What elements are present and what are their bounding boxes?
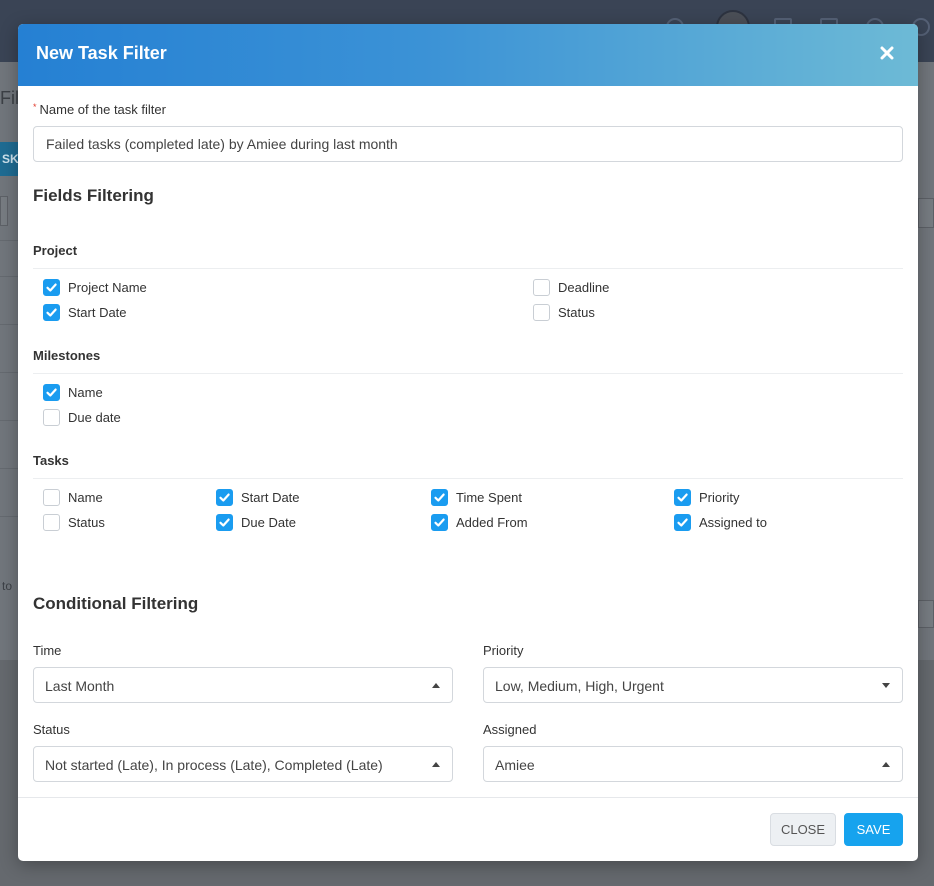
- caret-up-icon: [882, 762, 890, 767]
- time-select-value: Last Month: [45, 678, 115, 694]
- divider: [33, 478, 903, 479]
- new-task-filter-modal: New Task Filter * Name of the task filter…: [18, 24, 918, 861]
- checkbox-task-status[interactable]: Status: [43, 513, 105, 531]
- background-divider: [0, 372, 20, 373]
- priority-select-value: Low, Medium, High, Urgent: [495, 678, 664, 694]
- assigned-label: Assigned: [483, 722, 537, 737]
- conditional-filtering-title: Conditional Filtering: [33, 594, 199, 613]
- caret-up-icon: [432, 683, 440, 688]
- status-select-value: Not started (Late), In process (Late), C…: [45, 757, 383, 773]
- checkbox-label: Project Name: [68, 279, 147, 295]
- checkbox-checked-icon: [674, 488, 691, 506]
- save-button[interactable]: SAVE: [844, 813, 903, 846]
- divider: [33, 268, 903, 269]
- checkbox-checked-icon: [431, 513, 448, 531]
- checkbox-checked-icon: [216, 488, 233, 506]
- background-filter-box: [0, 196, 8, 226]
- checkbox-task-time-spent[interactable]: Time Spent: [431, 488, 522, 506]
- background-filter-box: [918, 198, 934, 228]
- status-label: Status: [33, 722, 70, 737]
- close-button[interactable]: CLOSE: [770, 813, 836, 846]
- checkbox-label: Status: [68, 514, 105, 530]
- priority-label: Priority: [483, 643, 524, 658]
- checkbox-label: Priority: [699, 489, 740, 505]
- filter-name-input[interactable]: [33, 126, 903, 162]
- background-divider: [0, 420, 20, 421]
- checkbox-label: Start Date: [241, 489, 300, 505]
- checkbox-label: Assigned to: [699, 514, 767, 530]
- checkbox-unchecked-icon: [43, 513, 60, 531]
- footer-divider: [18, 797, 918, 798]
- assigned-select[interactable]: Amiee: [483, 746, 903, 782]
- checkbox-task-priority[interactable]: Priority: [674, 488, 739, 506]
- checkbox-task-due-date[interactable]: Due Date: [216, 513, 296, 531]
- checkbox-project-name[interactable]: Project Name: [43, 278, 147, 296]
- checkbox-task-added-from[interactable]: Added From: [431, 513, 528, 531]
- background-divider: [0, 276, 20, 277]
- time-label: Time: [33, 643, 62, 658]
- fields-filtering-title: Fields Filtering: [33, 186, 154, 205]
- checkbox-checked-icon: [43, 303, 60, 321]
- checkbox-label: Due date: [68, 409, 121, 425]
- checkbox-task-name[interactable]: Name: [43, 488, 103, 506]
- checkbox-unchecked-icon: [533, 303, 550, 321]
- caret-up-icon: [432, 762, 440, 767]
- group-title-project: Project: [33, 243, 78, 258]
- background-divider: [0, 240, 20, 241]
- filter-name-label-text: Name of the task filter: [39, 102, 166, 117]
- checkbox-label: Status: [558, 304, 595, 320]
- background-text: to: [2, 579, 13, 593]
- checkbox-unchecked-icon: [43, 408, 60, 426]
- modal-title: New Task Filter: [36, 43, 167, 63]
- checkbox-label: Deadline: [558, 279, 610, 295]
- time-select[interactable]: Last Month: [33, 667, 453, 703]
- filter-name-label: * Name of the task filter: [33, 102, 166, 117]
- status-select[interactable]: Not started (Late), In process (Late), C…: [33, 746, 453, 782]
- group-title-milestones: Milestones: [33, 348, 101, 363]
- checkbox-label: Start Date: [68, 304, 127, 320]
- required-marker: *: [33, 102, 37, 112]
- checkbox-checked-icon: [431, 488, 448, 506]
- checkbox-checked-icon: [674, 513, 691, 531]
- modal-header: New Task Filter: [18, 24, 918, 86]
- background-input: [918, 600, 934, 628]
- checkbox-label: Added From: [456, 514, 528, 530]
- checkbox-label: Time Spent: [456, 489, 522, 505]
- background-page-title: Fil: [0, 88, 19, 108]
- checkbox-checked-icon: [216, 513, 233, 531]
- checkbox-unchecked-icon: [43, 488, 60, 506]
- checkbox-project-deadline[interactable]: Deadline: [533, 278, 609, 296]
- checkbox-task-assigned-to[interactable]: Assigned to: [674, 513, 767, 531]
- assigned-select-value: Amiee: [495, 757, 535, 773]
- background-divider: [0, 324, 20, 325]
- close-icon[interactable]: [876, 42, 898, 64]
- checkbox-label: Name: [68, 489, 103, 505]
- checkbox-checked-icon: [43, 278, 60, 296]
- background-divider: [0, 468, 20, 469]
- checkbox-milestone-due-date[interactable]: Due date: [43, 408, 121, 426]
- background-divider: [0, 516, 20, 517]
- checkbox-unchecked-icon: [533, 278, 550, 296]
- checkbox-label: Name: [68, 384, 103, 400]
- checkbox-checked-icon: [43, 383, 60, 401]
- checkbox-project-status[interactable]: Status: [533, 303, 595, 321]
- group-title-tasks: Tasks: [33, 453, 69, 468]
- priority-select[interactable]: Low, Medium, High, Urgent: [483, 667, 903, 703]
- caret-down-icon: [882, 683, 890, 688]
- divider: [33, 373, 903, 374]
- checkbox-milestone-name[interactable]: Name: [43, 383, 103, 401]
- checkbox-project-start-date[interactable]: Start Date: [43, 303, 127, 321]
- checkbox-label: Due Date: [241, 514, 296, 530]
- checkbox-task-start-date[interactable]: Start Date: [216, 488, 300, 506]
